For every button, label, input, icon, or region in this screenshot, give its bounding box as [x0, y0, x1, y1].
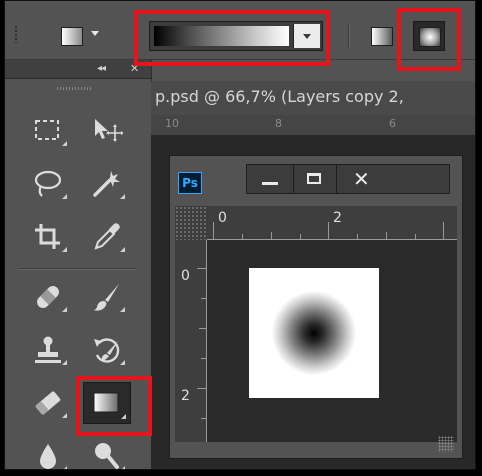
- gradient-tool[interactable]: [83, 382, 131, 424]
- maximize-icon: [307, 173, 321, 184]
- dodge-icon: [95, 443, 119, 469]
- document-ruler-top: 10 8 6: [151, 115, 475, 136]
- rectangular-marquee-tool[interactable]: [25, 110, 71, 150]
- inner-ruler-top: 0 2: [207, 206, 457, 241]
- photoshop-logo: Ps: [178, 172, 202, 194]
- gradient-editor-picker[interactable]: [149, 21, 323, 51]
- eraser-icon: [35, 391, 61, 415]
- window-status-strip: [175, 442, 457, 454]
- close-panel-icon[interactable]: ✕: [130, 62, 139, 75]
- dodge-tool[interactable]: [83, 435, 129, 469]
- eyedropper-icon: [94, 223, 120, 250]
- gradient-tool-icon: [93, 392, 119, 413]
- options-bar-grip[interactable]: [14, 25, 18, 43]
- eyedropper-tool[interactable]: [83, 216, 129, 256]
- tool-preset-picker[interactable]: [61, 27, 83, 46]
- panel-grip[interactable]: [57, 87, 91, 90]
- history-brush-tool[interactable]: [83, 329, 129, 369]
- magic-wand-tool[interactable]: [83, 163, 129, 203]
- ruler-label: 0: [181, 268, 190, 284]
- eraser-tool[interactable]: [25, 382, 71, 422]
- spot-healing-brush-tool[interactable]: [25, 276, 71, 316]
- blur-drop-icon: [40, 444, 56, 469]
- options-bar: [5, 1, 475, 60]
- minimize-button[interactable]: [247, 165, 293, 193]
- magic-wand-icon: [93, 171, 120, 197]
- rectangular-marquee-icon: [35, 120, 59, 140]
- spot-healing-brush-icon: [37, 286, 59, 308]
- maximize-button[interactable]: [294, 165, 336, 193]
- gradient-swatch[interactable]: [154, 26, 289, 46]
- window-controls: ✕: [246, 164, 450, 194]
- move-icon: [95, 119, 123, 142]
- ruler-origin[interactable]: [175, 206, 207, 240]
- document-tab-title: p.psd @ 66,7% (Layers copy 2,: [155, 87, 404, 106]
- radial-gradient-canvas[interactable]: [249, 268, 379, 398]
- tools-panel-header: ◂◂ ✕: [5, 60, 151, 79]
- history-brush-icon: [94, 338, 120, 363]
- move-tool[interactable]: [83, 110, 129, 150]
- tools-panel: ◂◂ ✕: [5, 60, 152, 469]
- brush-icon: [93, 284, 119, 311]
- crop-tool[interactable]: [25, 216, 71, 256]
- minimize-icon: [262, 182, 278, 185]
- close-icon: ✕: [353, 167, 370, 191]
- lasso-tool[interactable]: [25, 163, 71, 203]
- radial-gradient-button[interactable]: [413, 21, 445, 51]
- tools-divider: [19, 268, 135, 270]
- ruler-label: 2: [333, 210, 342, 226]
- linear-gradient-button[interactable]: [371, 27, 393, 46]
- clone-stamp-tool[interactable]: [25, 329, 71, 369]
- ruler-label: 10: [165, 117, 179, 130]
- brush-tool[interactable]: [83, 276, 129, 316]
- ruler-label: 8: [275, 117, 282, 130]
- gradient-dropdown-button[interactable]: [293, 24, 320, 48]
- canvas-workspace[interactable]: [207, 240, 457, 442]
- photoshop-window: ◂◂ ✕ p.psd @ 66,7% (Layers copy 2, 10 8 …: [4, 0, 476, 470]
- chevron-down-icon[interactable]: [91, 31, 99, 36]
- ruler-label: 6: [389, 117, 396, 130]
- floating-document-window[interactable]: Ps ✕ 0 2 0 2: [169, 155, 463, 459]
- lasso-icon: [34, 170, 62, 197]
- inner-ruler-left: 0 2: [175, 240, 207, 442]
- clone-stamp-icon: [35, 336, 61, 363]
- document-tab[interactable]: p.psd @ 66,7% (Layers copy 2,: [151, 81, 475, 116]
- radial-gradient-icon: [419, 27, 441, 47]
- close-button[interactable]: ✕: [337, 165, 383, 193]
- ruler-label: 0: [218, 210, 227, 226]
- options-separator: [348, 23, 350, 49]
- ruler-label: 2: [181, 388, 190, 404]
- resize-grip-icon[interactable]: [438, 436, 454, 452]
- collapse-panel-icon[interactable]: ◂◂: [97, 63, 106, 74]
- crop-icon: [35, 224, 60, 249]
- blur-tool[interactable]: [25, 435, 71, 469]
